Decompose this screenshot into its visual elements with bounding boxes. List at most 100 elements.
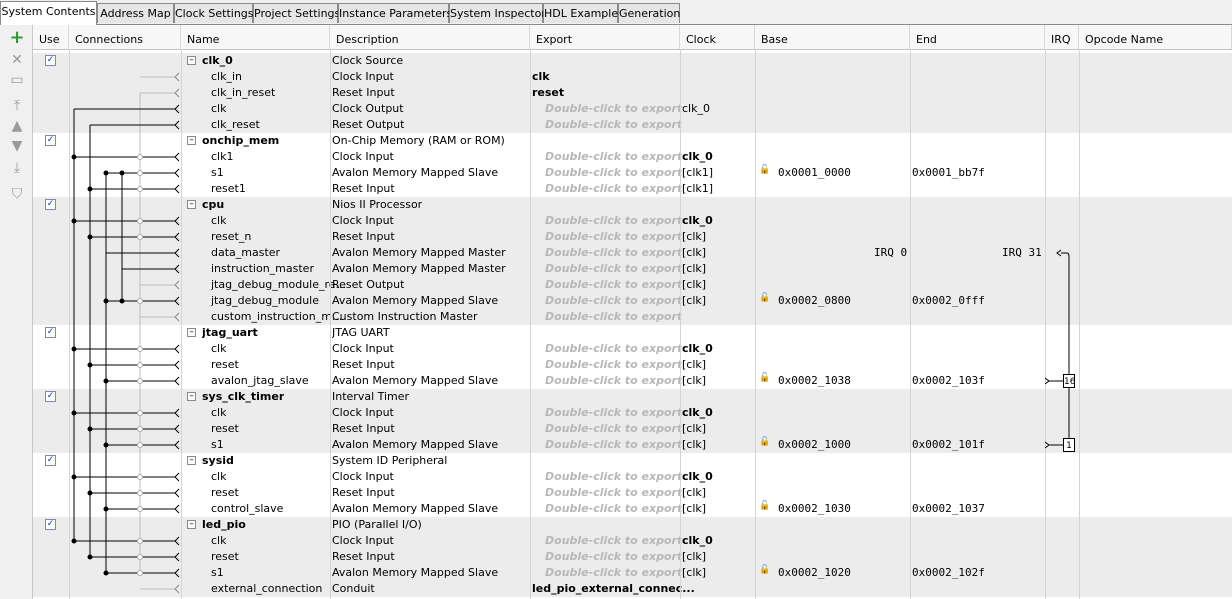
export-field[interactable]: Double-click to export (545, 101, 682, 117)
base-address[interactable]: 0x0001_0000 (778, 165, 851, 181)
export-field[interactable]: Double-click to export (545, 357, 682, 373)
tab-project-settings[interactable]: Project Settings (253, 3, 340, 23)
export-field[interactable]: Double-click to export (545, 149, 682, 165)
export-field[interactable]: Double-click to export (545, 549, 682, 565)
column-header-clock[interactable]: Clock (680, 25, 755, 49)
remove-icon[interactable]: ✕ (8, 51, 26, 69)
collapse-icon[interactable]: – (187, 520, 196, 529)
clock-value[interactable]: [clk] (682, 357, 706, 373)
lock-icon[interactable]: 🔓 (759, 293, 770, 303)
connection-dot[interactable] (87, 362, 93, 368)
base-address[interactable]: 0x0002_1030 (778, 501, 851, 517)
filter-icon[interactable]: ⛉ (8, 185, 26, 203)
use-checkbox[interactable]: ✓ (45, 455, 56, 466)
export-field[interactable]: Double-click to export (545, 181, 682, 197)
connection-open-dot[interactable] (137, 474, 143, 480)
connection-open-dot[interactable] (137, 298, 143, 304)
clock-value[interactable]: [clk] (682, 245, 706, 261)
lock-icon[interactable]: 🔓 (759, 437, 770, 447)
column-header-connections[interactable]: Connections (69, 25, 181, 49)
export-field[interactable]: Double-click to export (545, 373, 682, 389)
export-field[interactable]: Double-click to export (545, 165, 682, 181)
clock-value[interactable]: [clk] (682, 437, 706, 453)
connection-dot[interactable] (103, 506, 109, 512)
connection-open-dot[interactable] (137, 346, 143, 352)
clock-value[interactable]: [clk1] (682, 165, 713, 181)
edit-icon[interactable]: ▭ (8, 71, 26, 89)
connection-dot[interactable] (119, 170, 125, 176)
move-up-icon[interactable]: ▲ (8, 117, 26, 135)
tab-generation[interactable]: Generation (618, 3, 680, 23)
connection-open-dot[interactable] (137, 506, 143, 512)
clock-value[interactable]: [clk1] (682, 181, 713, 197)
connection-dot[interactable] (87, 554, 93, 560)
base-address[interactable]: 0x0002_0800 (778, 293, 851, 309)
use-checkbox[interactable]: ✓ (45, 327, 56, 338)
connection-dot[interactable] (119, 298, 125, 304)
add-icon[interactable]: + (8, 29, 26, 47)
column-header-base[interactable]: Base (755, 25, 910, 49)
clock-value[interactable]: clk_0 (682, 213, 713, 229)
export-field[interactable]: Double-click to export (545, 245, 682, 261)
connection-dot[interactable] (103, 298, 109, 304)
export-field[interactable]: Double-click to export (545, 405, 682, 421)
collapse-icon[interactable]: – (187, 328, 196, 337)
connection-dot[interactable] (87, 186, 93, 192)
move-bottom-icon[interactable]: ⤓ (8, 159, 26, 177)
connection-dot[interactable] (71, 538, 77, 544)
clock-value[interactable]: [clk] (682, 421, 706, 437)
connection-dot[interactable] (71, 410, 77, 416)
move-down-icon[interactable]: ▼ (8, 137, 26, 155)
clock-value[interactable]: [clk] (682, 501, 706, 517)
connection-dot[interactable] (103, 570, 109, 576)
use-checkbox[interactable]: ✓ (45, 55, 56, 66)
tab-instance-parameters[interactable]: Instance Parameters (338, 3, 452, 23)
connection-open-dot[interactable] (137, 218, 143, 224)
use-checkbox[interactable]: ✓ (45, 519, 56, 530)
use-checkbox[interactable]: ✓ (45, 199, 56, 210)
clock-value[interactable]: clk_0 (682, 149, 713, 165)
tab-hdl-example[interactable]: HDL Example (543, 3, 618, 23)
export-field[interactable]: Double-click to export (545, 117, 682, 133)
clock-value[interactable]: [clk] (682, 229, 706, 245)
clock-value[interactable]: clk_0 (682, 469, 713, 485)
connection-open-dot[interactable] (137, 538, 143, 544)
clock-value[interactable]: clk_0 (682, 405, 713, 421)
irq-number-box[interactable]: 16 (1063, 374, 1075, 388)
use-checkbox[interactable]: ✓ (45, 391, 56, 402)
base-address[interactable]: 0x0002_1038 (778, 373, 851, 389)
column-header-end[interactable]: End (910, 25, 1045, 49)
collapse-icon[interactable]: – (187, 456, 196, 465)
connection-open-dot[interactable] (137, 410, 143, 416)
export-field[interactable]: Double-click to export (545, 229, 682, 245)
collapse-icon[interactable]: – (187, 136, 196, 145)
connection-dot[interactable] (103, 378, 109, 384)
export-field[interactable]: reset (532, 85, 564, 101)
tab-system-contents[interactable]: System Contents (0, 1, 97, 25)
export-field[interactable]: Double-click to export (545, 213, 682, 229)
irq-number-box[interactable]: 1 (1063, 438, 1075, 452)
connection-dot[interactable] (103, 170, 109, 176)
base-address[interactable]: 0x0002_1000 (778, 437, 851, 453)
connection-dot[interactable] (103, 442, 109, 448)
export-field[interactable]: Double-click to export (545, 309, 682, 325)
collapse-icon[interactable]: – (187, 56, 196, 65)
clock-value[interactable]: [clk] (682, 565, 706, 581)
lock-icon[interactable]: 🔓 (759, 373, 770, 383)
export-field[interactable]: Double-click to export (545, 437, 682, 453)
connection-open-dot[interactable] (137, 554, 143, 560)
export-field[interactable]: Double-click to export (545, 293, 682, 309)
lock-icon[interactable]: 🔓 (759, 501, 770, 511)
connection-dot[interactable] (87, 234, 93, 240)
clock-value[interactable]: [clk] (682, 261, 706, 277)
clock-value[interactable]: [clk] (682, 277, 706, 293)
column-header-description[interactable]: Description (330, 25, 530, 49)
connection-open-dot[interactable] (137, 170, 143, 176)
clock-value[interactable]: [clk] (682, 485, 706, 501)
column-header-use[interactable]: Use (33, 25, 69, 49)
export-field[interactable]: Double-click to export (545, 501, 682, 517)
connection-open-dot[interactable] (137, 234, 143, 240)
connection-dot[interactable] (87, 426, 93, 432)
clock-value[interactable]: clk_0 (682, 101, 710, 117)
move-top-icon[interactable]: ⤒ (8, 97, 26, 115)
